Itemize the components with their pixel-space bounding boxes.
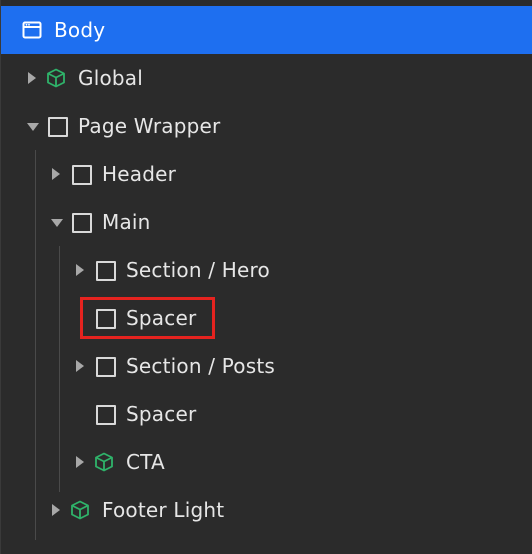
expand-caret-icon[interactable] — [28, 72, 36, 84]
tree-row-header[interactable]: Header — [1, 150, 532, 198]
expand-caret-icon[interactable] — [52, 168, 60, 180]
tree-row-spacer[interactable]: Spacer — [1, 390, 532, 438]
tree-label-footer-light: Footer Light — [102, 498, 225, 522]
tree-row-body[interactable]: Body — [1, 6, 532, 54]
expand-caret-icon[interactable] — [76, 264, 84, 276]
tree-label-spacer: Spacer — [126, 402, 197, 426]
tree-label-header: Header — [102, 162, 177, 186]
collapse-caret-icon[interactable] — [27, 123, 39, 131]
tree-row-main[interactable]: Main — [1, 198, 532, 246]
tree-row-global[interactable]: Global — [1, 54, 532, 102]
collapse-caret-icon[interactable] — [51, 219, 63, 227]
component-cube-icon — [71, 500, 89, 520]
tree-label-cta: CTA — [126, 450, 165, 474]
element-square-icon — [72, 213, 92, 233]
tree-label-page-wrapper: Page Wrapper — [78, 114, 221, 138]
annotation-highlight-box — [80, 297, 215, 339]
tree-row-section-posts[interactable]: Section / Posts — [1, 342, 532, 390]
tree-row-footer-light[interactable]: Footer Light — [1, 486, 532, 534]
tree-label-global: Global — [78, 66, 143, 90]
expand-caret-icon[interactable] — [76, 360, 84, 372]
tree-row-page-wrapper[interactable]: Page Wrapper — [1, 102, 532, 150]
element-square-icon — [96, 261, 116, 281]
window-icon — [22, 21, 42, 39]
element-square-icon — [96, 405, 116, 425]
element-square-icon — [96, 357, 116, 377]
expand-caret-icon[interactable] — [52, 504, 60, 516]
element-square-icon — [48, 117, 68, 137]
component-cube-icon — [95, 452, 113, 472]
component-cube-icon — [47, 68, 65, 88]
navigator-panel: Body Global Page Wrapper Header Main Sec… — [0, 0, 532, 554]
tree-row-section-hero[interactable]: Section / Hero — [1, 246, 532, 294]
element-square-icon — [72, 165, 92, 185]
tree-label-body: Body — [54, 18, 106, 42]
expand-caret-icon[interactable] — [76, 456, 84, 468]
tree-row-cta[interactable]: CTA — [1, 438, 532, 486]
tree-label-main: Main — [102, 210, 151, 234]
tree-label-section-hero: Section / Hero — [126, 258, 270, 282]
tree-label-section-posts: Section / Posts — [126, 354, 276, 378]
